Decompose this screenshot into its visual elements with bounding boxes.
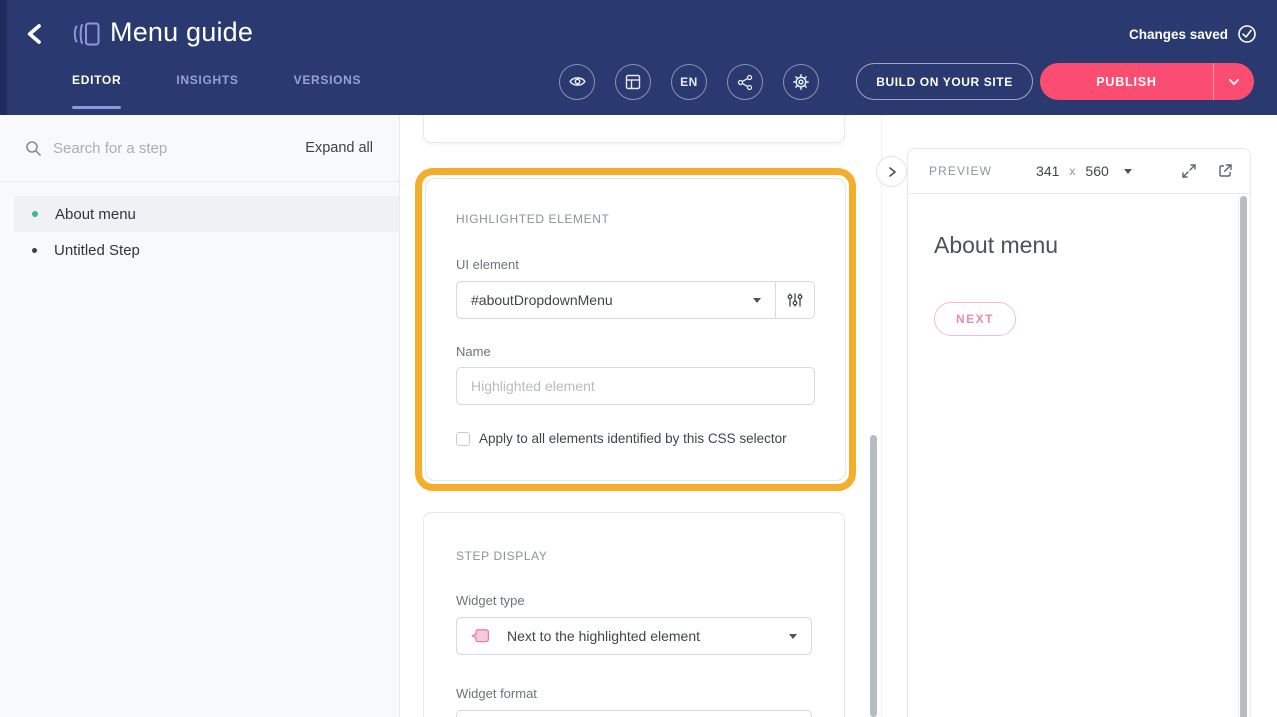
preview-heading: PREVIEW (929, 164, 992, 178)
step-list: About menu Untitled Step (0, 182, 399, 268)
publish-split-button: PUBLISH (1040, 63, 1254, 100)
step-settings-panel: HIGHLIGHTED ELEMENT UI element #aboutDro… (400, 115, 907, 717)
preview-height-value: 560 (1085, 163, 1108, 179)
expand-preview-button[interactable] (1180, 162, 1198, 180)
apply-all-checkbox-row[interactable]: Apply to all elements identified by this… (456, 431, 815, 446)
ui-element-value: #aboutDropdownMenu (471, 292, 753, 308)
widget-type-label: Widget type (456, 593, 812, 608)
tab-versions[interactable]: VERSIONS (294, 73, 362, 97)
dropdown-caret-icon (1124, 169, 1132, 174)
publish-chevron-icon (1227, 77, 1241, 87)
widget-format-select[interactable]: Light (456, 710, 812, 717)
apply-all-label: Apply to all elements identified by this… (479, 431, 787, 446)
card-heading: STEP DISPLAY (456, 549, 812, 563)
search-icon (25, 140, 42, 157)
share-button[interactable] (727, 64, 763, 100)
back-button[interactable] (24, 20, 52, 48)
check-circle-icon (1237, 24, 1257, 44)
step-item-label: About menu (55, 206, 136, 223)
dropdown-caret-icon (753, 298, 761, 303)
advanced-sliders-icon (786, 291, 804, 309)
share-icon (736, 73, 754, 91)
card-heading: HIGHLIGHTED ELEMENT (456, 212, 815, 226)
settings-button[interactable] (783, 64, 819, 100)
open-external-button[interactable] (1216, 162, 1234, 180)
top-bar: Menu guide EDITOR INSIGHTS VERSIONS EN B… (0, 0, 1277, 115)
preview-panel: PREVIEW 341 x 560 About menu NEXT (907, 148, 1251, 717)
step-status-dot (32, 211, 38, 217)
preview-size-separator: x (1069, 164, 1075, 178)
step-status-dot (32, 248, 37, 253)
language-button[interactable]: EN (671, 64, 707, 100)
preview-header: PREVIEW 341 x 560 (908, 149, 1250, 194)
ui-element-select[interactable]: #aboutDropdownMenu (457, 282, 775, 318)
step-display-card: STEP DISPLAY Widget type Next to the hig… (423, 512, 845, 717)
save-status-label: Changes saved (1129, 27, 1228, 42)
highlighted-element-card: HIGHLIGHTED ELEMENT UI element #aboutDro… (425, 178, 846, 481)
apply-all-checkbox[interactable] (456, 432, 470, 446)
tooltip-widget-icon (469, 625, 491, 647)
back-chevron-icon (24, 22, 46, 46)
expand-preview-icon (1180, 162, 1198, 180)
step-search-row: Expand all (0, 115, 399, 182)
element-advanced-settings-button[interactable] (775, 282, 814, 318)
layout-icon (624, 73, 642, 91)
widget-format-label: Widget format (456, 686, 812, 701)
preview-viewport: About menu NEXT (908, 194, 1250, 336)
publish-button[interactable]: PUBLISH (1040, 63, 1213, 100)
steps-sidebar: Expand all About menu Untitled Step (0, 115, 400, 717)
ui-element-select-group: #aboutDropdownMenu (456, 281, 815, 319)
header-action-buttons: EN BUILD ON YOUR SITE (559, 63, 1033, 100)
widget-type-select[interactable]: Next to the highlighted element (456, 617, 812, 655)
preview-width-value: 341 (1036, 163, 1059, 179)
highlighted-element-selection-outline: HIGHLIGHTED ELEMENT UI element #aboutDro… (415, 168, 856, 491)
preview-step-title: About menu (934, 232, 1224, 259)
window-edge (0, 0, 7, 115)
element-name-input[interactable] (456, 367, 815, 405)
preview-eye-icon (568, 72, 587, 91)
preview-header-icons (1180, 162, 1234, 180)
name-label: Name (456, 344, 815, 359)
ui-element-label: UI element (456, 257, 815, 272)
tab-editor[interactable]: EDITOR (72, 73, 121, 97)
publish-dropdown-toggle[interactable] (1213, 63, 1254, 100)
save-status: Changes saved (1129, 24, 1257, 44)
step-item-label: Untitled Step (54, 242, 140, 259)
preview-next-button[interactable]: NEXT (934, 302, 1016, 336)
step-item-untitled-step[interactable]: Untitled Step (14, 232, 399, 268)
editor-scrollbar-thumb[interactable] (870, 435, 877, 717)
layout-button[interactable] (615, 64, 651, 100)
collapse-chevron-icon (885, 165, 899, 179)
previous-settings-card (423, 115, 845, 143)
guide-title: Menu guide (110, 17, 253, 48)
tab-insights[interactable]: INSIGHTS (176, 73, 238, 97)
open-external-icon (1216, 162, 1234, 180)
preview-eye-button[interactable] (559, 64, 595, 100)
widget-type-value: Next to the highlighted element (507, 628, 773, 644)
build-on-your-site-button[interactable]: BUILD ON YOUR SITE (856, 63, 1033, 100)
app-logo-icon (70, 18, 102, 50)
header-tabs: EDITOR INSIGHTS VERSIONS (72, 73, 361, 97)
preview-collapse-button[interactable] (876, 156, 907, 187)
preview-size-select[interactable]: 341 x 560 (1036, 163, 1132, 179)
app-window: Menu guide EDITOR INSIGHTS VERSIONS EN B… (0, 0, 1277, 717)
settings-gear-icon (792, 73, 810, 91)
preview-content-divider (1238, 194, 1239, 717)
panel-divider (881, 115, 882, 717)
language-label: EN (680, 75, 698, 89)
step-item-about-menu[interactable]: About menu (14, 196, 399, 232)
expand-all-link[interactable]: Expand all (305, 140, 373, 156)
step-search-input[interactable] (53, 140, 294, 157)
dropdown-caret-icon (789, 634, 797, 639)
preview-scrollbar-thumb[interactable] (1240, 196, 1247, 717)
